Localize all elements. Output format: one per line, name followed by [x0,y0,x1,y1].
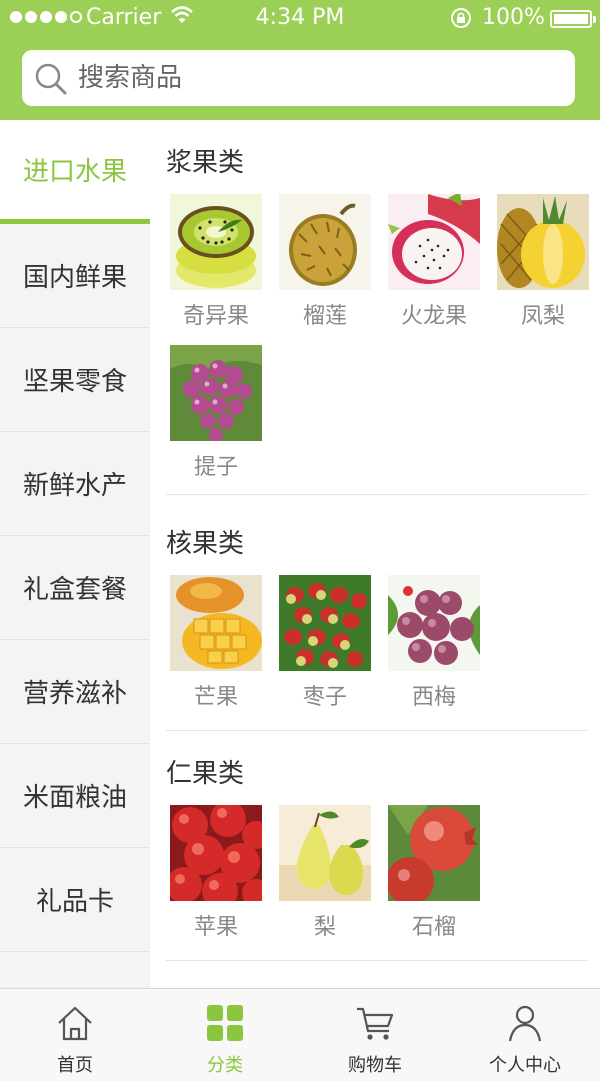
section-divider [166,960,587,961]
grapes-image [170,345,262,441]
mango-image [170,575,262,671]
product-name: 梨 [313,915,336,940]
sidebar-item-label: 坚果零食 [22,367,127,397]
home-icon [58,1006,92,1041]
pineapple-image [497,194,589,290]
product-name: 火龙果 [400,304,467,329]
sidebar-item-fresh-seafood[interactable]: 新鲜水产 [0,432,150,536]
section-berries: 浆果类 奇异果 榴莲 火龙果 凤梨 提子 [166,142,589,497]
sidebar-item-label: 礼品卡 [35,887,114,917]
plum-image [388,575,480,671]
section-title: 仁果类 [166,759,245,789]
bottom-tab-bar: 首页 分类 购物车 个人中心 [0,988,600,1081]
product-name: 西梅 [411,685,456,710]
sidebar-item-nuts-snacks[interactable]: 坚果零食 [0,328,150,432]
header: Carrier 4:34 PM 100% [0,0,600,120]
tab-profile[interactable]: 个人中心 [450,989,600,1081]
sidebar-item-gift-card[interactable]: 礼品卡 [0,848,150,952]
search-bar[interactable] [22,50,575,106]
jujube-image [279,575,371,671]
pomegranate-image [388,805,480,901]
grid-icon [207,1005,243,1041]
dragon-fruit-image [388,194,480,290]
category-content: 浆果类 奇异果 榴莲 火龙果 凤梨 提子 核果类 芒果 枣子 西梅 仁果类 苹果… [150,120,600,988]
pear-image [279,805,371,901]
sidebar-item-label: 进口水果 [22,157,127,187]
durian-image [279,194,371,290]
sidebar-item-nutrition[interactable]: 营养滋补 [0,640,150,744]
sidebar-item-label: 米面粮油 [22,783,127,813]
section-divider [166,730,587,731]
kiwi-image [170,194,262,290]
section-pomes: 仁果类 苹果 梨 石榴 [166,753,587,963]
sidebar-item-label: 营养滋补 [22,679,127,709]
product-name: 枣子 [302,685,347,710]
product-name: 苹果 [193,915,238,940]
rotation-lock-icon [451,8,471,28]
product-name: 芒果 [193,685,238,710]
tab-home[interactable]: 首页 [0,989,150,1081]
tab-cart[interactable]: 购物车 [300,989,450,1081]
cart-icon [357,1007,394,1040]
tab-label: 分类 [207,1055,243,1076]
tab-category[interactable]: 分类 [150,989,300,1081]
sidebar-item-label: 国内鲜果 [22,263,127,293]
apple-image [170,805,262,901]
sidebar-item-imported-fruit[interactable]: 进口水果 [0,120,150,224]
sidebar-item-label: 礼盒套餐 [22,575,127,605]
status-bar: Carrier 4:34 PM 100% [0,0,600,36]
search-input[interactable] [78,58,558,98]
sidebar-item-label: 新鲜水产 [22,471,127,501]
product-name: 奇异果 [182,304,249,329]
section-divider [166,494,587,495]
section-title: 核果类 [166,529,245,559]
sidebar-item-grain-oil[interactable]: 米面粮油 [0,744,150,848]
sidebar-item-domestic-fruit[interactable]: 国内鲜果 [0,224,150,328]
section-title: 浆果类 [166,148,245,178]
sidebar-item-gift-box[interactable]: 礼盒套餐 [0,536,150,640]
product-name: 石榴 [411,915,456,940]
search-icon [35,63,67,95]
battery-percentage: 100% [482,5,545,30]
battery-icon [550,10,596,28]
user-icon [508,1005,542,1042]
section-drupes: 核果类 芒果 枣子 西梅 [166,523,587,733]
tab-label: 首页 [57,1055,93,1076]
product-name: 凤梨 [520,304,565,329]
product-name: 提子 [193,455,238,480]
product-name: 榴莲 [302,304,347,329]
tab-label: 购物车 [348,1055,402,1076]
tab-label: 个人中心 [489,1055,561,1076]
category-sidebar: 进口水果 国内鲜果 坚果零食 新鲜水产 礼盒套餐 营养滋补 米面粮油 礼品卡 [0,120,150,988]
